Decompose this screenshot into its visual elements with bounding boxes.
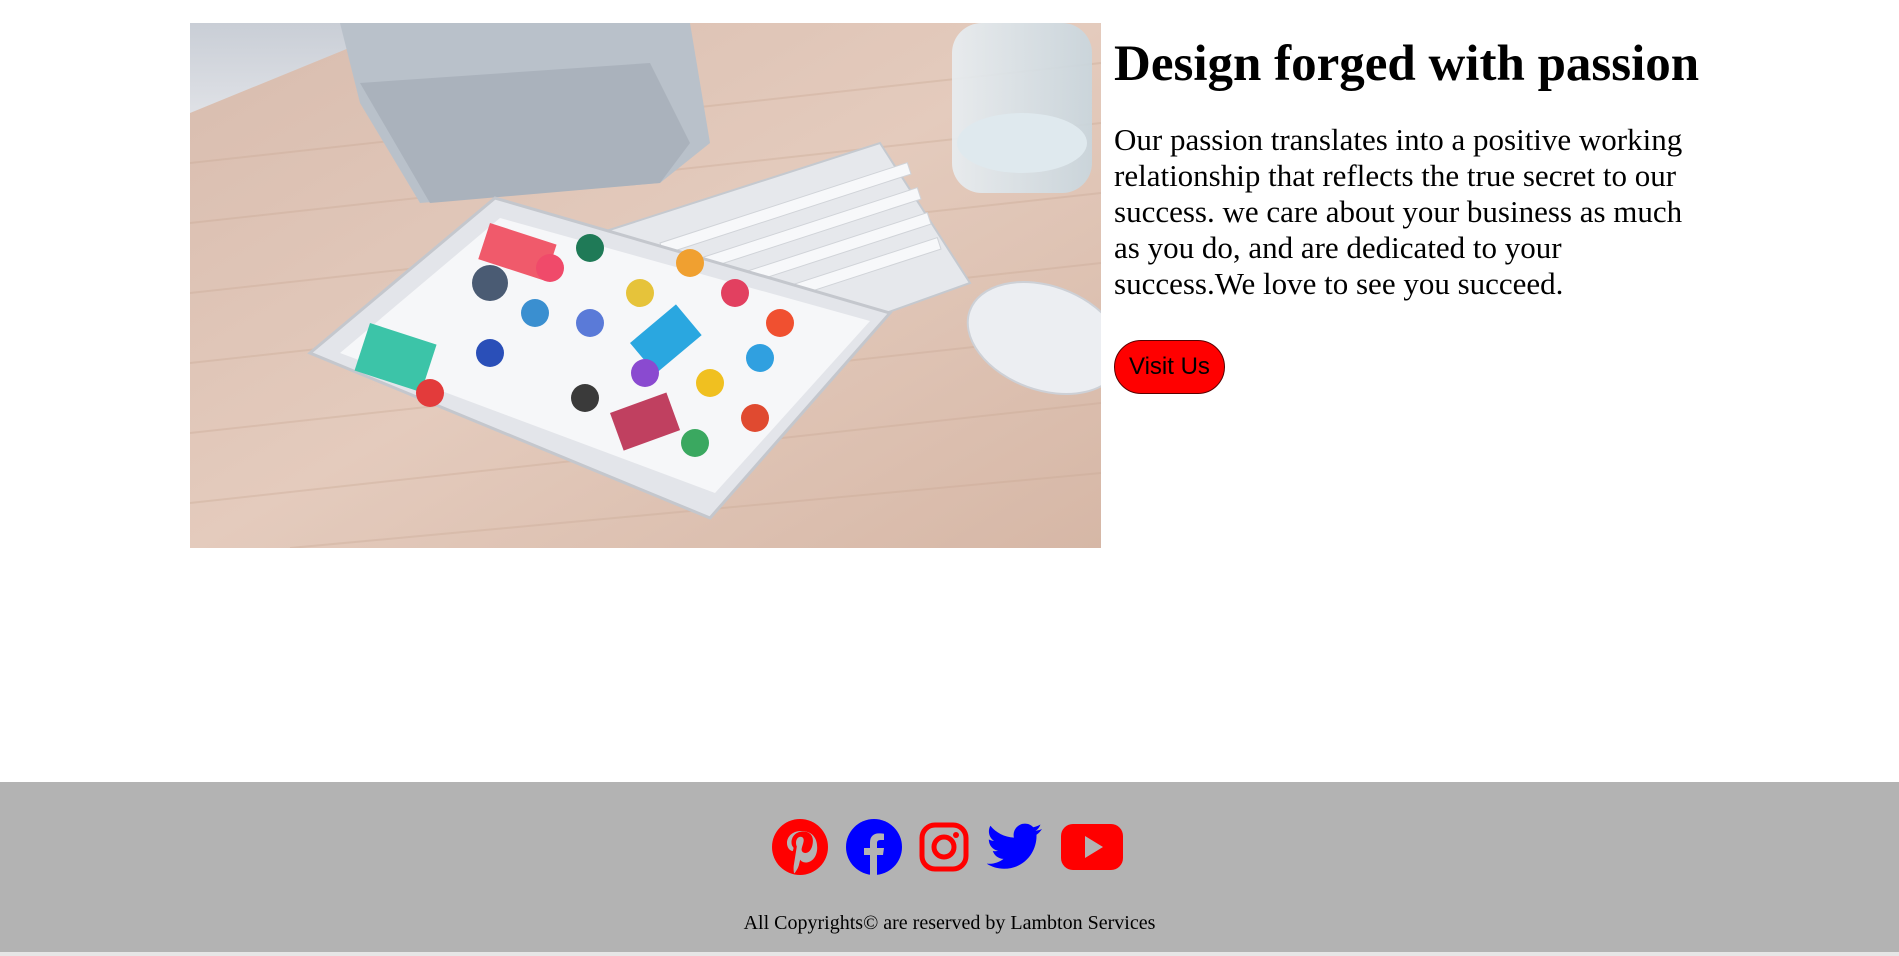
twitter-icon[interactable] — [986, 823, 1043, 876]
pinterest-icon[interactable] — [772, 818, 828, 880]
footer: All Copyrights© are reserved by Lambton … — [0, 782, 1899, 952]
hero-image — [190, 23, 1101, 548]
hero-content: Design forged with passion Our passion t… — [1114, 30, 1714, 394]
hero-title: Design forged with passion — [1114, 36, 1700, 92]
youtube-icon[interactable] — [1061, 823, 1123, 875]
instagram-icon[interactable] — [919, 822, 969, 877]
page: Design forged with passion Our passion t… — [0, 0, 1899, 956]
bottom-divider — [0, 952, 1899, 956]
hero-description: Our passion translates into a positive w… — [1114, 122, 1683, 301]
visit-us-button[interactable]: Visit Us — [1114, 340, 1225, 394]
facebook-icon[interactable] — [846, 818, 902, 880]
social-links — [772, 818, 1123, 880]
copyright-text: All Copyrights© are reserved by Lambton … — [743, 912, 1156, 934]
